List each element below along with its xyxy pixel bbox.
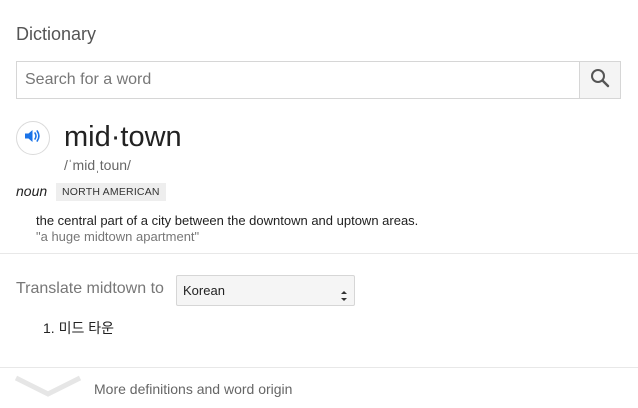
search-button[interactable] <box>579 62 620 98</box>
language-select-value: Korean <box>183 283 225 298</box>
more-definitions-button[interactable]: More definitions and word origin <box>0 368 638 408</box>
phonetic-spelling: /ˈmidˌtoun/ <box>64 157 131 173</box>
translate-label: Translate midtown to <box>16 280 164 297</box>
pronunciation-button[interactable] <box>16 121 50 155</box>
translation-result: 1. 미드 타운 <box>43 320 114 336</box>
chevron-down-icon <box>14 374 82 405</box>
definition-text: the central part of a city between the d… <box>36 213 419 228</box>
dictionary-card: Dictionary mid·town /ˈmidˌtoun/ noun NOR… <box>0 0 638 408</box>
more-definitions-label: More definitions and word origin <box>94 381 293 397</box>
region-badge: NORTH AMERICAN <box>56 183 166 201</box>
search-icon <box>590 68 610 93</box>
select-arrows-icon <box>340 284 348 301</box>
language-select[interactable]: Korean <box>176 275 355 306</box>
search-input[interactable] <box>17 62 579 98</box>
section-divider <box>0 253 638 254</box>
speaker-icon <box>24 128 42 149</box>
headword: mid·town <box>64 121 182 153</box>
part-of-speech: noun <box>16 183 48 199</box>
card-title: Dictionary <box>16 24 97 44</box>
example-sentence: "a huge midtown apartment" <box>36 229 200 244</box>
search-box <box>16 61 621 99</box>
